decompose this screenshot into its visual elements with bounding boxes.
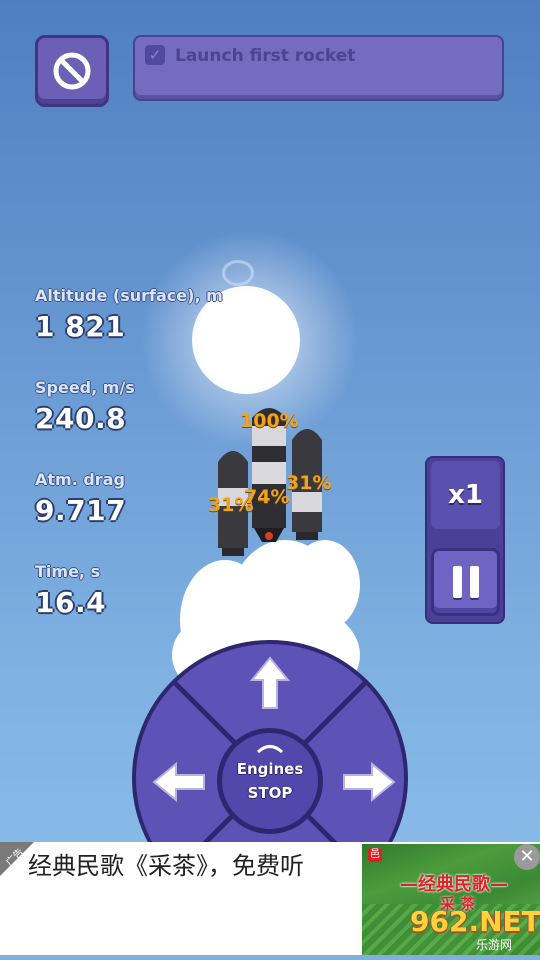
throttle-label-center: 100% <box>240 410 299 432</box>
altitude-value: 1 821 <box>35 310 126 343</box>
watermark-sub: 乐游网 <box>476 938 513 952</box>
up-arrow-button[interactable] <box>250 656 290 712</box>
engine-gauge-icon <box>256 745 284 753</box>
left-arrow-button[interactable] <box>152 762 208 802</box>
engines-stop-button[interactable]: Engines STOP <box>217 728 323 834</box>
speed-multiplier-button[interactable]: x1 <box>431 461 500 529</box>
stop-label: STOP <box>247 784 293 802</box>
ad-close-button[interactable]: ✕ <box>514 844 540 870</box>
time-value: 16.4 <box>35 586 107 619</box>
throttle-label-right: 31% <box>286 472 332 494</box>
mission-banner: ✓ Launch first rocket <box>133 35 504 101</box>
lens-flare <box>222 260 254 286</box>
engines-label: Engines <box>236 760 304 778</box>
throttle-label-core: 74% <box>244 486 290 508</box>
ad-text[interactable]: 经典民歌《采茶》，免费听 <box>28 846 304 881</box>
cancel-mission-button[interactable] <box>35 35 109 107</box>
right-arrow-button[interactable] <box>340 762 396 802</box>
altitude-label: Altitude (surface), m <box>35 286 223 305</box>
pause-icon <box>452 566 462 598</box>
drag-value: 9.717 <box>35 494 127 527</box>
speed-value: 240.8 <box>35 402 127 435</box>
time-label: Time, s <box>35 562 101 581</box>
watermark-brand: 962.NET <box>410 905 540 938</box>
pause-button[interactable] <box>431 548 500 616</box>
mission-text: Launch first rocket <box>175 46 356 66</box>
speed-label: Speed, m/s <box>35 378 135 397</box>
prohibit-icon <box>53 52 91 90</box>
ad-badge: 邑 <box>368 848 382 862</box>
bottom-strip <box>0 955 540 960</box>
drag-label: Atm. drag <box>35 470 125 489</box>
pause-icon-bar <box>469 566 479 598</box>
mission-checkbox: ✓ <box>145 45 165 65</box>
